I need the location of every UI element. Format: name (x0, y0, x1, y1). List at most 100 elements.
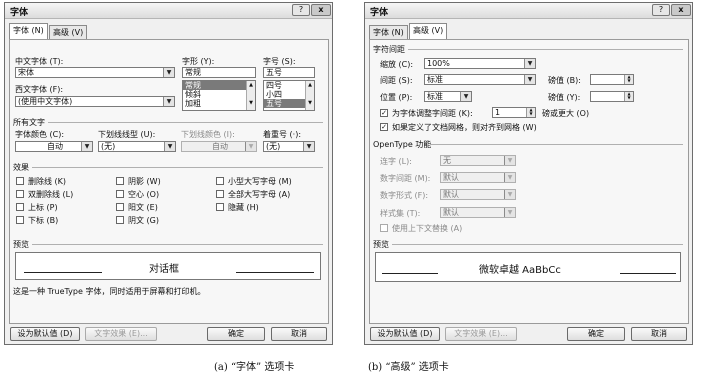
scale-select[interactable]: 100% ▼ (424, 58, 536, 69)
preview-heading: 预览 (373, 240, 389, 249)
preview-baseline-right (236, 272, 314, 273)
all-caps-checkbox[interactable] (216, 190, 224, 198)
list-item[interactable]: 倾斜 (183, 90, 255, 99)
size-list[interactable]: 四号 小四 五号 ▲ ▼ (263, 80, 315, 111)
superscript-checkbox[interactable] (16, 203, 24, 211)
effects-heading: 效果 (13, 163, 29, 172)
cn-font-select[interactable]: 宋体 ▼ (15, 67, 175, 78)
close-button[interactable]: x (671, 4, 691, 16)
scrollbar[interactable]: ▲ ▼ (305, 81, 314, 110)
underline-value: (无) (101, 142, 116, 151)
help-button[interactable]: ? (652, 4, 670, 16)
underline-select[interactable]: (无) ▼ (98, 141, 176, 152)
text-effects-button[interactable]: 文字效果 (E)... (85, 327, 157, 341)
spinner-arrows-icon[interactable]: ▲ ▼ (624, 92, 633, 101)
cancel-button[interactable]: 取消 (271, 327, 327, 341)
dropdown-arrow-icon: ▼ (524, 75, 535, 84)
num-spacing-label: 数字间距 (M): (380, 174, 431, 183)
font-color-select[interactable]: 自动 ▼ (15, 141, 93, 152)
spinner-arrows-icon[interactable]: ▲ ▼ (624, 75, 633, 84)
style-list[interactable]: 常规 倾斜 加粗 ▲ ▼ (182, 80, 256, 111)
position-select[interactable]: 标准 ▼ (424, 91, 472, 102)
engrave-checkbox[interactable] (116, 216, 124, 224)
style-label: 字形 (Y): (182, 57, 215, 66)
set-default-button[interactable]: 设为默认值 (D) (10, 327, 80, 341)
tab-advanced[interactable]: 高级 (V) (49, 25, 88, 39)
contextual-alt-checkbox[interactable] (380, 224, 388, 232)
subscript-label: 下标 (B) (28, 216, 59, 225)
style-set-select[interactable]: 默认 ▼ (440, 207, 516, 218)
dropdown-arrow-icon: ▼ (81, 142, 92, 151)
font-color-label: 字体颜色 (C): (15, 130, 65, 139)
strikethrough-checkbox[interactable] (16, 177, 24, 185)
font-tab-panel: 中文字体 (T): 宋体 ▼ 西文字体 (F): (使用中文字体) ▼ 字形 (… (9, 39, 329, 324)
list-item[interactable]: 常规 (183, 81, 255, 90)
strikethrough-label: 删除线 (K) (28, 177, 67, 186)
west-font-select[interactable]: (使用中文字体) ▼ (15, 96, 175, 107)
tab-advanced[interactable]: 高级 (V) (409, 23, 448, 40)
ligatures-label: 连字 (L): (380, 157, 412, 166)
title-bar: 字体 ? x (365, 3, 692, 19)
scrollbar[interactable]: ▲ ▼ (246, 81, 255, 110)
spacing-by-label: 磅值 (B): (548, 76, 581, 85)
snap-to-grid-label: 如果定义了文档网格，则对齐到网格 (W) (392, 123, 537, 132)
ligatures-select[interactable]: 无 ▼ (440, 155, 516, 166)
style-input[interactable]: 常规 (182, 67, 256, 78)
position-by-input[interactable]: ▲ ▼ (590, 91, 634, 102)
double-strike-checkbox[interactable] (16, 190, 24, 198)
emphasis-select[interactable]: (无) ▼ (263, 141, 315, 152)
style-set-value: 默认 (443, 208, 459, 217)
position-value: 标准 (427, 92, 443, 101)
style-set-label: 样式集 (T): (380, 209, 421, 218)
num-spacing-select[interactable]: 默认 ▼ (440, 172, 516, 183)
spinner-arrows-icon[interactable]: ▲ ▼ (526, 108, 535, 117)
kerning-value: 1 (495, 108, 501, 117)
close-button[interactable]: x (311, 4, 331, 16)
ligatures-value: 无 (443, 156, 451, 165)
ok-button[interactable]: 确定 (567, 327, 625, 341)
font-dialog-font-tab: 字体 ? x 字体 (N) 高级 (V) 中文字体 (T): 宋体 ▼ 西文字体… (4, 2, 333, 345)
preview-box: 对话框 (15, 252, 321, 280)
double-strike-label: 双删除线 (L) (28, 190, 74, 199)
underline-color-value: 自动 (212, 142, 228, 151)
dropdown-arrow-icon: ▼ (245, 142, 256, 151)
divider (48, 122, 323, 123)
shadow-checkbox[interactable] (116, 177, 124, 185)
scale-label: 缩放 (C): (380, 60, 414, 69)
cancel-button[interactable]: 取消 (631, 327, 687, 341)
preview-text: 微软卓越 AaBbCc (479, 265, 561, 276)
kerning-suffix: 磅或更大 (O) (542, 109, 590, 118)
dropdown-arrow-icon: ▼ (460, 92, 471, 101)
font-dialog-advanced-tab: 字体 ? x 字体 (N) 高级 (V) 字符间距 缩放 (C): 100% ▼… (364, 2, 693, 345)
hidden-checkbox[interactable] (216, 203, 224, 211)
underline-color-select[interactable]: 自动 ▼ (181, 141, 257, 152)
set-default-button[interactable]: 设为默认值 (D) (370, 327, 440, 341)
small-caps-label: 小型大写字母 (M) (228, 177, 292, 186)
spacing-select[interactable]: 标准 ▼ (424, 74, 536, 85)
tab-font[interactable]: 字体 (N) (9, 23, 48, 40)
emphasis-label: 着重号 (·): (263, 130, 302, 139)
ok-button[interactable]: 确定 (207, 327, 265, 341)
tab-font[interactable]: 字体 (N) (369, 25, 408, 39)
kerning-checkbox[interactable]: ✓ (380, 109, 388, 117)
all-text-heading: 所有文字 (13, 118, 45, 127)
kerning-label: 为字体调整字间距 (K): (392, 109, 473, 118)
dropdown-arrow-icon: ▼ (504, 173, 515, 182)
list-item[interactable]: 加粗 (183, 99, 255, 108)
help-button[interactable]: ? (292, 4, 310, 16)
num-form-select[interactable]: 默认 ▼ (440, 189, 516, 200)
cn-font-label: 中文字体 (T): (15, 57, 64, 66)
outline-checkbox[interactable] (116, 190, 124, 198)
snap-to-grid-checkbox[interactable]: ✓ (380, 123, 388, 131)
kerning-input[interactable]: 1 ▲ ▼ (492, 107, 536, 118)
dropdown-arrow-icon: ▼ (504, 190, 515, 199)
subscript-checkbox[interactable] (16, 216, 24, 224)
emboss-checkbox[interactable] (116, 203, 124, 211)
title-bar: 字体 ? x (5, 3, 332, 19)
text-effects-button[interactable]: 文字效果 (E)... (445, 327, 517, 341)
size-input[interactable]: 五号 (263, 67, 315, 78)
num-form-label: 数字形式 (F): (380, 191, 429, 200)
shadow-label: 阴影 (W) (128, 177, 161, 186)
small-caps-checkbox[interactable] (216, 177, 224, 185)
spacing-by-input[interactable]: ▲ ▼ (590, 74, 634, 85)
